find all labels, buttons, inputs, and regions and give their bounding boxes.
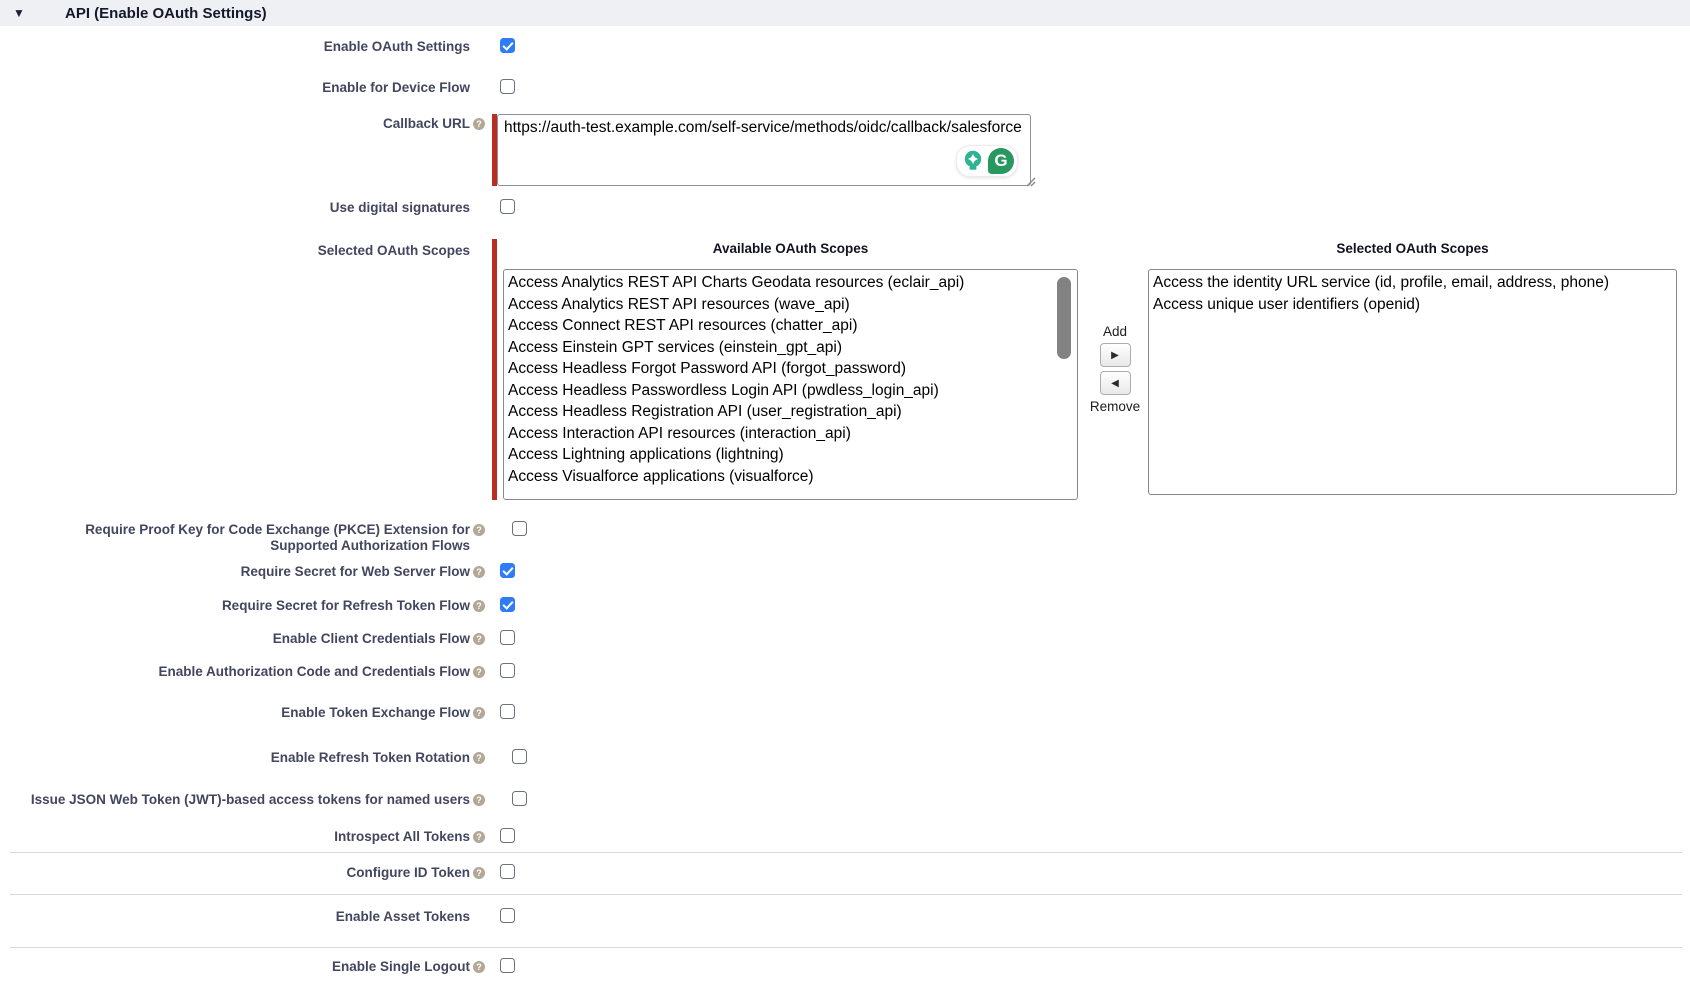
issue-jwt-tokens-label: Issue JSON Web Token (JWT)-based access …	[0, 790, 470, 808]
scope-option[interactable]: Access unique user identifiers (openid)	[1153, 294, 1676, 316]
divider	[10, 852, 1682, 853]
add-label: Add	[1103, 324, 1127, 339]
enable-client-credentials-checkbox[interactable]	[500, 630, 515, 645]
scrollbar-thumb[interactable]	[1057, 277, 1071, 359]
available-scopes-title: Available OAuth Scopes	[503, 241, 1078, 256]
enable-token-exchange-label: Enable Token Exchange Flow?	[0, 703, 470, 721]
row-use-digital-signatures: Use digital signatures	[0, 198, 1690, 216]
required-indicator	[492, 239, 497, 500]
configure-id-token-label: Configure ID Token?	[0, 863, 470, 881]
require-secret-web-server-label: Require Secret for Web Server Flow?	[0, 562, 470, 580]
scope-option[interactable]: Access Analytics REST API Charts Geodata…	[508, 272, 1077, 294]
require-pkce-checkbox[interactable]	[512, 521, 527, 536]
row-require-secret-refresh-token: Require Secret for Refresh Token Flow?	[0, 596, 1690, 614]
introspect-all-tokens-label: Introspect All Tokens?	[0, 827, 470, 845]
scope-option[interactable]: Access Connect REST API resources (chatt…	[508, 315, 1077, 337]
row-issue-jwt-tokens: Issue JSON Web Token (JWT)-based access …	[0, 790, 1690, 808]
scope-option[interactable]: Access Visualforce applications (visualf…	[508, 466, 1077, 488]
row-enable-auth-code-credentials: Enable Authorization Code and Credential…	[0, 662, 1690, 680]
require-secret-web-server-checkbox[interactable]	[500, 563, 515, 578]
remove-label: Remove	[1090, 399, 1140, 414]
enable-client-credentials-label: Enable Client Credentials Flow?	[0, 629, 470, 647]
textarea-resize-handle[interactable]	[1024, 174, 1036, 192]
enable-refresh-token-rotation-label: Enable Refresh Token Rotation?	[0, 748, 470, 766]
row-enable-refresh-token-rotation: Enable Refresh Token Rotation?	[0, 748, 1690, 766]
help-icon[interactable]: ?	[473, 707, 485, 719]
selected-scopes-title: Selected OAuth Scopes	[1148, 241, 1677, 256]
require-secret-refresh-token-label: Require Secret for Refresh Token Flow?	[0, 596, 470, 614]
help-icon[interactable]: ?	[473, 666, 485, 678]
help-icon[interactable]: ?	[473, 831, 485, 843]
row-require-secret-web-server: Require Secret for Web Server Flow?	[0, 562, 1690, 580]
use-digital-signatures-checkbox[interactable]	[500, 199, 515, 214]
enable-auth-code-credentials-checkbox[interactable]	[500, 663, 515, 678]
help-icon[interactable]: ?	[473, 867, 485, 879]
require-secret-refresh-token-checkbox[interactable]	[500, 597, 515, 612]
row-require-pkce: Require Proof Key for Code Exchange (PKC…	[0, 520, 1690, 554]
scope-option[interactable]: Access Einstein GPT services (einstein_g…	[508, 337, 1077, 359]
right-arrow-icon: ▶	[1111, 350, 1119, 361]
help-icon[interactable]: ?	[473, 752, 485, 764]
help-icon[interactable]: ?	[473, 524, 485, 536]
scope-option[interactable]: Access Headless Registration API (user_r…	[508, 401, 1077, 423]
row-enable-client-credentials: Enable Client Credentials Flow?	[0, 629, 1690, 647]
issue-jwt-tokens-checkbox[interactable]	[512, 791, 527, 806]
enable-device-flow-checkbox[interactable]	[500, 79, 515, 94]
divider	[10, 947, 1682, 948]
divider	[10, 894, 1682, 895]
require-pkce-label: Require Proof Key for Code Exchange (PKC…	[0, 520, 470, 554]
row-configure-id-token: Configure ID Token?	[0, 863, 1690, 881]
use-digital-signatures-label: Use digital signatures	[0, 198, 470, 216]
row-enable-single-logout: Enable Single Logout?	[0, 957, 1690, 975]
remove-scope-button[interactable]: ◀	[1100, 371, 1131, 395]
row-introspect-all-tokens: Introspect All Tokens?	[0, 827, 1690, 845]
section-header: ▼ API (Enable OAuth Settings)	[0, 0, 1690, 26]
help-icon[interactable]: ?	[473, 566, 485, 578]
row-enable-device-flow: Enable for Device Flow	[0, 78, 1690, 96]
callback-url-input[interactable]: https://auth-test.example.com/self-servi…	[497, 114, 1031, 186]
enable-auth-code-credentials-label: Enable Authorization Code and Credential…	[0, 662, 470, 680]
enable-refresh-token-rotation-checkbox[interactable]	[512, 749, 527, 764]
scope-option[interactable]: Access the identity URL service (id, pro…	[1153, 272, 1676, 294]
selected-scopes-listbox[interactable]: Access the identity URL service (id, pro…	[1148, 269, 1677, 495]
grammarly-g-icon[interactable]: G	[988, 148, 1014, 174]
enable-oauth-settings-label: Enable OAuth Settings	[0, 37, 470, 55]
suggestion-lightbulb-icon[interactable]	[960, 148, 986, 174]
oauth-scopes-section: Selected OAuth Scopes Available OAuth Sc…	[0, 236, 1690, 506]
enable-device-flow-label: Enable for Device Flow	[0, 78, 470, 96]
help-icon[interactable]: ?	[473, 961, 485, 973]
row-enable-oauth-settings: Enable OAuth Settings	[0, 37, 1690, 55]
enable-single-logout-label: Enable Single Logout?	[0, 957, 470, 975]
scope-option[interactable]: Access Analytics REST API resources (wav…	[508, 294, 1077, 316]
enable-token-exchange-checkbox[interactable]	[500, 704, 515, 719]
scope-move-controls: Add ▶ ◀ Remove	[1086, 324, 1144, 414]
callback-url-label: Callback URL?	[0, 114, 470, 132]
section-title: API (Enable OAuth Settings)	[65, 5, 267, 22]
enable-single-logout-checkbox[interactable]	[500, 958, 515, 973]
available-scopes-listbox[interactable]: Access Analytics REST API Charts Geodata…	[503, 269, 1078, 500]
scope-option[interactable]: Access Headless Passwordless Login API (…	[508, 380, 1077, 402]
scope-option[interactable]: Access Lightning applications (lightning…	[508, 444, 1077, 466]
selected-oauth-scopes-row-label: Selected OAuth Scopes	[0, 241, 470, 259]
enable-asset-tokens-checkbox[interactable]	[500, 908, 515, 923]
editor-assistant-overlay: G	[956, 145, 1018, 177]
help-icon[interactable]: ?	[473, 633, 485, 645]
introspect-all-tokens-checkbox[interactable]	[500, 828, 515, 843]
row-callback-url: Callback URL? https://auth-test.example.…	[0, 114, 1690, 186]
help-icon[interactable]: ?	[473, 794, 485, 806]
collapse-arrow-icon[interactable]: ▼	[13, 7, 43, 19]
enable-oauth-settings-checkbox[interactable]	[500, 38, 515, 53]
help-icon[interactable]: ?	[473, 118, 485, 130]
help-icon[interactable]: ?	[473, 600, 485, 612]
enable-asset-tokens-label: Enable Asset Tokens	[0, 907, 470, 925]
row-enable-token-exchange: Enable Token Exchange Flow?	[0, 703, 1690, 721]
configure-id-token-checkbox[interactable]	[500, 864, 515, 879]
add-scope-button[interactable]: ▶	[1100, 343, 1131, 367]
row-enable-asset-tokens: Enable Asset Tokens	[0, 907, 1690, 925]
scope-option[interactable]: Access Interaction API resources (intera…	[508, 423, 1077, 445]
left-arrow-icon: ◀	[1111, 378, 1119, 389]
scope-option[interactable]: Access Headless Forgot Password API (for…	[508, 358, 1077, 380]
